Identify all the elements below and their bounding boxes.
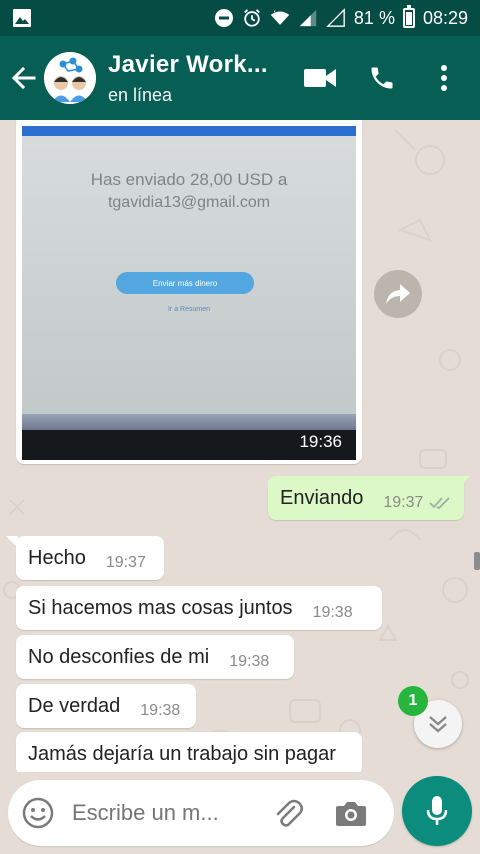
message-incoming[interactable]: De verdad 19:38 (16, 684, 196, 728)
message-text: Enviando (280, 486, 364, 509)
message-composer (8, 780, 394, 846)
emoji-button[interactable] (22, 797, 54, 829)
phone-icon (371, 67, 393, 89)
attach-icon (276, 799, 303, 827)
message-incoming[interactable]: Si hacemos mas cosas juntos 19:38 (16, 586, 382, 630)
mic-icon (426, 796, 448, 825)
wifi-icon (270, 8, 290, 28)
avatar[interactable] (44, 52, 96, 104)
camera-button[interactable] (334, 796, 368, 830)
no-signal-icon (326, 8, 346, 28)
voice-call-button[interactable] (364, 60, 400, 96)
alarm-icon (242, 8, 262, 28)
chat-header: Javier Work... en línea (0, 36, 480, 120)
battery-percent: 81 % (353, 7, 395, 28)
forward-icon (386, 284, 410, 304)
more-options-button[interactable] (426, 60, 462, 96)
payment-screenshot-image[interactable]: Has enviado 28,00 USD a tgavidia13@gmail… (22, 126, 356, 460)
message-text: Hecho (28, 546, 86, 569)
gallery-notification-icon (12, 8, 32, 28)
message-text: No desconfies de mi (28, 645, 210, 668)
message-text: Jamás dejaría un trabajo sin pagar (28, 742, 336, 765)
chat-area[interactable]: Has enviado 28,00 USD a tgavidia13@gmail… (0, 120, 480, 772)
message-text: Si hacemos mas cosas juntos (28, 596, 293, 619)
message-input[interactable] (72, 800, 252, 826)
camera-icon (336, 802, 366, 826)
signal-icon (298, 8, 318, 28)
message-incoming[interactable]: No desconfies de mi 19:38 (16, 635, 294, 679)
image-text-email: tgavidia13@gmail.com (107, 194, 271, 211)
more-vert-icon (441, 65, 447, 91)
message-time: 19:38 (229, 653, 270, 670)
message-time: 19:37 (105, 554, 146, 571)
back-arrow-icon (11, 66, 36, 90)
message-time: 19:36 (299, 432, 342, 451)
image-summary-link: Ir a Resumen (167, 306, 211, 313)
do-not-disturb-icon (214, 8, 234, 28)
attach-button[interactable] (272, 797, 304, 829)
scrollbar-thumb[interactable] (474, 552, 480, 570)
message-outgoing[interactable]: Enviando 19:37 (268, 476, 464, 520)
image-top-strip (22, 126, 356, 136)
double-chevron-down-icon (429, 716, 447, 733)
message-incoming[interactable]: Hecho 19:37 (16, 536, 164, 580)
back-button[interactable] (4, 50, 44, 106)
clock: 08:29 (422, 7, 468, 28)
video-call-button[interactable] (302, 60, 338, 96)
battery-icon (402, 5, 415, 28)
message-time: 19:38 (140, 702, 181, 719)
video-call-icon (304, 69, 336, 87)
message-time: 19:37 (383, 494, 424, 511)
unread-count-badge: 1 (398, 686, 428, 716)
image-text-sent: Has enviado 28,00 USD a (90, 170, 288, 189)
read-ticks-icon (429, 496, 453, 510)
status-bar: 81 % 08:29 (0, 0, 480, 36)
image-send-more-button: Enviar más dinero (116, 272, 254, 294)
contact-name[interactable]: Javier Work... (108, 51, 268, 79)
forward-button[interactable] (374, 270, 422, 318)
message-text: De verdad (28, 694, 121, 717)
message-time: 19:38 (312, 604, 353, 621)
message-incoming[interactable]: Jamás dejaría un trabajo sin pagar (16, 732, 362, 772)
emoji-icon (22, 797, 54, 829)
image-message[interactable]: Has enviado 28,00 USD a tgavidia13@gmail… (16, 120, 362, 464)
image-band (22, 414, 356, 430)
voice-record-button[interactable] (402, 776, 472, 846)
contact-status: en línea (108, 84, 173, 105)
